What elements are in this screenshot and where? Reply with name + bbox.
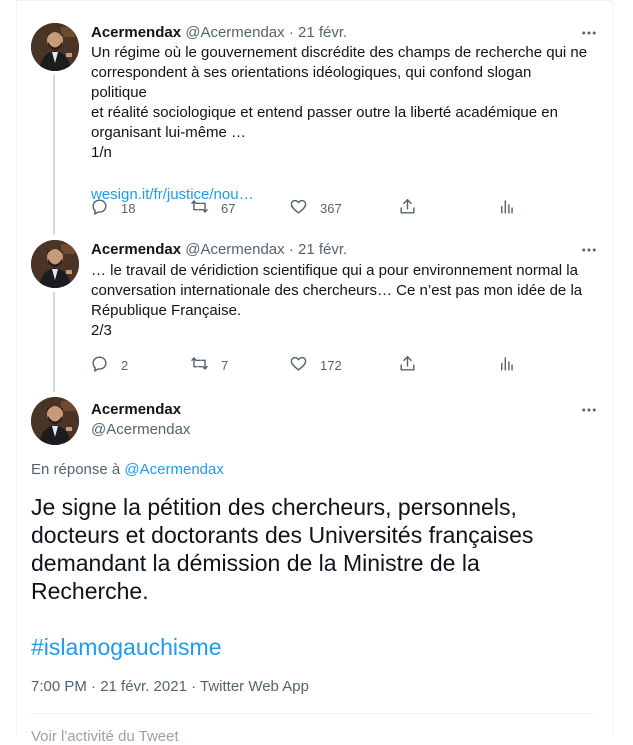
tweet-line: demandant la démission de la Ministre de… [31, 550, 480, 576]
reply-to-handle[interactable]: @Acermendax [124, 461, 223, 478]
retweet-count: 7 [221, 357, 229, 373]
tweet-line: … le travail de véridiction scientifique… [91, 262, 578, 279]
analytics-button[interactable] [497, 197, 516, 219]
more-icon[interactable] [579, 400, 599, 420]
author-name[interactable]: Acermendax [91, 24, 181, 41]
like-count: 367 [320, 200, 342, 216]
tweet-actions: 18 67 367 [88, 197, 528, 219]
tweet-actions: 2 7 172 [88, 354, 528, 376]
reply-icon [90, 197, 109, 219]
tweet-line: conversation internationale des chercheu… [91, 282, 583, 299]
reply-button[interactable]: 18 [90, 197, 135, 219]
tweet-activity-link[interactable]: Voir l'activité du Tweet [31, 728, 179, 745]
like-icon [289, 197, 308, 219]
author-handle[interactable]: @Acermendax [185, 241, 284, 258]
thread-connector [53, 75, 55, 235]
analytics-button[interactable] [497, 354, 516, 376]
tweet-text: Un régime où le gouvernement discrédite … [91, 43, 591, 205]
analytics-icon [497, 354, 516, 376]
share-button[interactable] [398, 197, 417, 219]
avatar[interactable] [31, 240, 79, 288]
tweet-date[interactable]: 21 févr. [298, 24, 347, 41]
tweet-header: Acermendax @Acermendax · 21 févr. [91, 23, 347, 43]
author-handle[interactable]: @Acermendax [91, 420, 190, 440]
tweet-timestamp[interactable]: 7:00 PM · 21 févr. 2021 · Twitter Web Ap… [31, 677, 309, 697]
like-icon [289, 354, 308, 376]
analytics-icon [497, 197, 516, 219]
tweet-line: organisant lui-même … [91, 124, 247, 141]
tweet-line: docteurs et doctorants des Universités f… [31, 522, 534, 548]
retweet-icon [190, 354, 209, 376]
like-button[interactable]: 172 [289, 354, 342, 376]
reply-context: En réponse à @Acermendax [31, 460, 224, 480]
tweet-line: Un régime où le gouvernement discrédite … [91, 44, 588, 61]
author-name[interactable]: Acermendax [91, 400, 190, 420]
reply-button[interactable]: 2 [90, 354, 128, 376]
reply-prefix: En réponse à [31, 461, 121, 478]
tweet-line: Recherche. [31, 578, 149, 604]
share-icon [398, 197, 417, 219]
retweet-button[interactable]: 67 [190, 197, 235, 219]
tweet-line: et réalité sociologique et entend passer… [91, 104, 558, 121]
thread-connector [53, 292, 55, 392]
reply-icon [90, 354, 109, 376]
tweet-line: 1/n [91, 144, 112, 161]
reply-count: 18 [121, 200, 136, 216]
like-button[interactable]: 367 [289, 197, 342, 219]
tweet-header: Acermendax @Acermendax · 21 févr. [91, 240, 347, 260]
separator: · [288, 241, 294, 258]
tweet-line: 2/3 [91, 322, 112, 339]
tweet-text: … le travail de véridiction scientifique… [91, 261, 591, 341]
tweet-line: correspondent à ses orientations idéolog… [91, 64, 532, 101]
like-count: 172 [320, 357, 342, 373]
hashtag-link[interactable]: #islamogauchisme [31, 633, 221, 661]
more-icon[interactable] [579, 23, 599, 43]
avatar[interactable] [31, 23, 79, 71]
retweet-icon [190, 197, 209, 219]
author-name[interactable]: Acermendax [91, 241, 181, 258]
author-block: Acermendax @Acermendax [91, 400, 190, 440]
divider [31, 713, 595, 714]
tweet-text: Je signe la pétition des chercheurs, per… [31, 493, 571, 605]
separator: · [288, 24, 294, 41]
reply-count: 2 [121, 357, 129, 373]
avatar[interactable] [31, 397, 79, 445]
retweet-button[interactable]: 7 [190, 354, 228, 376]
retweet-count: 67 [221, 200, 236, 216]
share-button[interactable] [398, 354, 417, 376]
tweet-date[interactable]: 21 févr. [298, 241, 347, 258]
author-handle[interactable]: @Acermendax [185, 24, 284, 41]
tweet-line: Je signe la pétition des chercheurs, per… [31, 494, 517, 520]
tweet-line: République Française. [91, 302, 242, 319]
share-icon [398, 354, 417, 376]
more-icon[interactable] [579, 240, 599, 260]
